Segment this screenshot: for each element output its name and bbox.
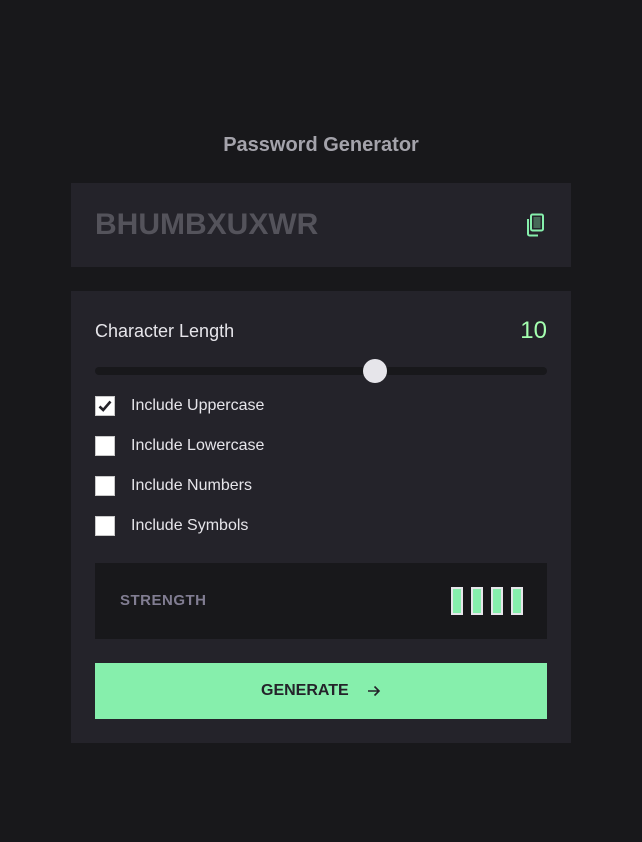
strength-bar <box>511 587 523 615</box>
strength-bar <box>451 587 463 615</box>
numbers-checkbox[interactable] <box>95 476 115 496</box>
page: Password Generator BHUMBXUXWR Character … <box>0 0 642 842</box>
option-label: Include Numbers <box>131 477 252 494</box>
strength-bar <box>491 587 503 615</box>
uppercase-checkbox[interactable] <box>95 396 115 416</box>
strength-meter: STRENGTH <box>95 563 547 639</box>
option-label: Include Symbols <box>131 517 249 534</box>
length-slider[interactable] <box>95 359 547 383</box>
settings-panel: Character Length 10 Include Uppercase In… <box>71 291 571 743</box>
checkmark-icon <box>98 400 112 412</box>
password-output: BHUMBXUXWR <box>71 183 571 267</box>
strength-bar <box>471 587 483 615</box>
character-length-value: 10 <box>520 317 547 344</box>
lowercase-checkbox[interactable] <box>95 436 115 456</box>
option-label: Include Uppercase <box>131 397 265 414</box>
symbols-checkbox[interactable] <box>95 516 115 536</box>
copy-button[interactable] <box>525 213 545 237</box>
copy-icon <box>527 213 544 237</box>
generate-button[interactable]: GENERATE <box>95 663 547 719</box>
character-length-label: Character Length <box>95 321 235 341</box>
arrow-right-icon <box>368 685 381 697</box>
slider-thumb[interactable] <box>363 359 388 383</box>
option-label: Include Lowercase <box>131 437 265 454</box>
strength-label: STRENGTH <box>120 592 207 609</box>
generate-label: GENERATE <box>261 682 349 699</box>
password-text: BHUMBXUXWR <box>95 208 319 241</box>
page-title: Password Generator <box>223 134 419 156</box>
